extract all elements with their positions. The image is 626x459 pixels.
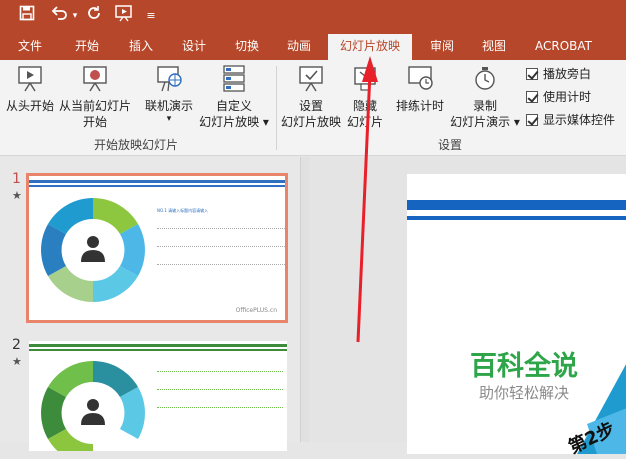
annotation-arrow [356,56,378,343]
